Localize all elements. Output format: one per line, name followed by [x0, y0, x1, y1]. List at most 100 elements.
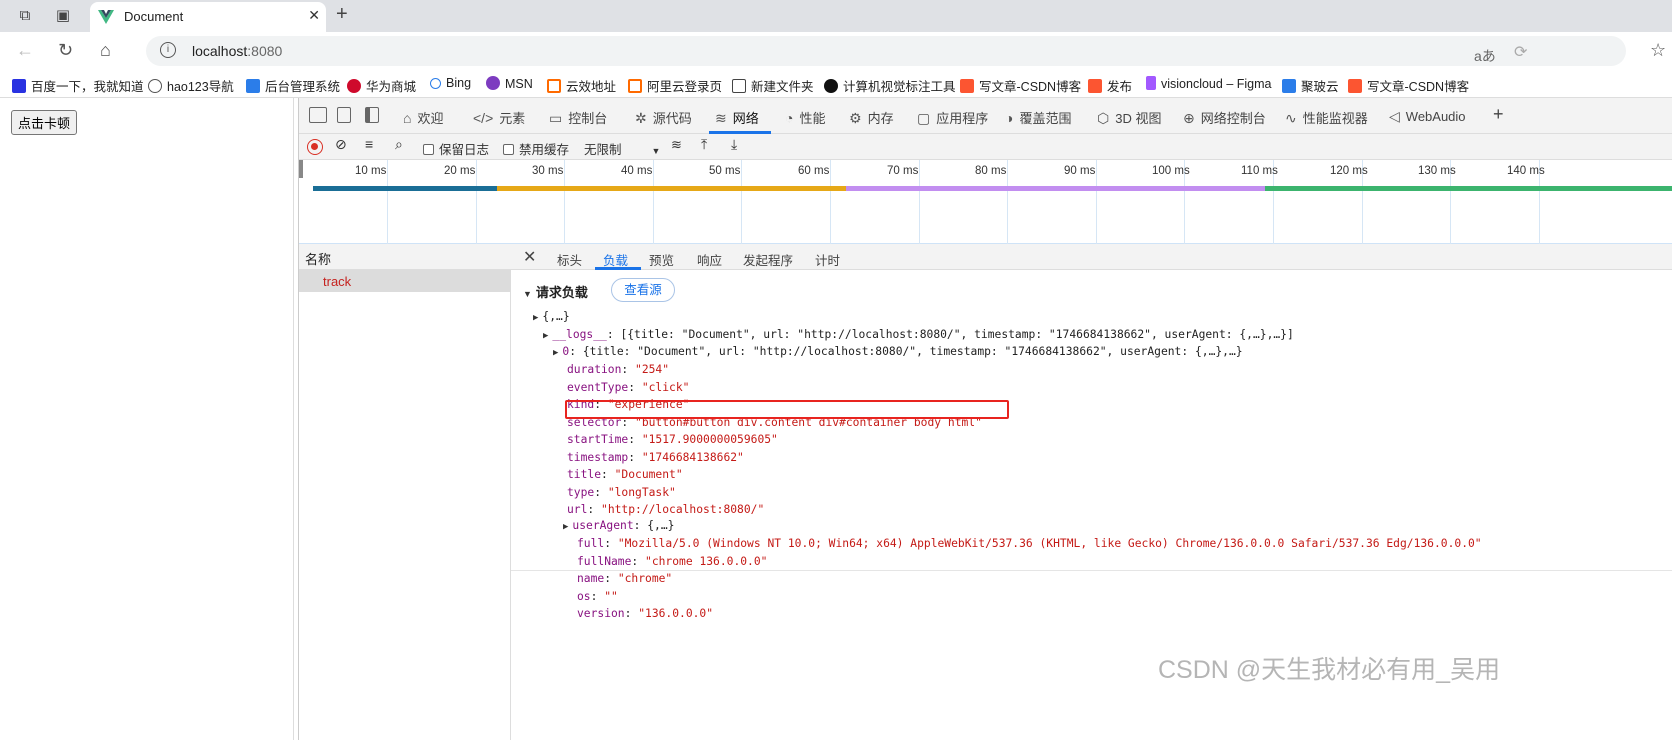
bookmark-baidu[interactable]: 百度一下，我就知道: [12, 76, 144, 95]
record-icon[interactable]: [307, 139, 323, 155]
favorites-star-icon[interactable]: ☆: [1650, 40, 1666, 61]
search-icon[interactable]: ⌕: [395, 136, 403, 153]
user-agent-field-fullname[interactable]: fullName: "chrome 136.0.0.0": [577, 555, 767, 568]
name-column-header[interactable]: 名称: [299, 244, 511, 270]
device-emulation-icon[interactable]: [337, 107, 351, 123]
view-source-button[interactable]: 查看源: [611, 278, 675, 302]
reload-icon[interactable]: ↻: [58, 40, 73, 61]
bookmark-bing[interactable]: Bing: [430, 76, 471, 90]
tab-network[interactable]: ≋ 网络: [715, 108, 759, 127]
tree-logs[interactable]: ▶ __logs__: [{title: "Document", url: "ht…: [543, 328, 1294, 341]
bookmark-publish[interactable]: 发布: [1088, 76, 1132, 95]
home-icon[interactable]: ⌂: [100, 40, 111, 61]
bookmark-huawei[interactable]: 华为商城: [347, 76, 416, 95]
tab-timing[interactable]: 计时: [815, 250, 840, 269]
field-key: version: [577, 607, 625, 620]
bookmark-hao123[interactable]: hao123导航: [148, 76, 234, 95]
payload-field-duration[interactable]: duration: "254": [567, 363, 669, 376]
refresh-extension-icon[interactable]: ⟳: [1514, 42, 1527, 62]
tab-elements[interactable]: </> 元素: [473, 108, 525, 127]
close-icon[interactable]: ✕: [523, 247, 536, 267]
cv-tool-icon: [824, 79, 838, 93]
site-info-icon[interactable]: i: [160, 42, 176, 58]
payload-field-starttime[interactable]: startTime: "1517.9000000059605": [567, 433, 778, 446]
export-har-icon[interactable]: ⤓: [731, 136, 737, 153]
bookmark-label: 后台管理系统: [265, 80, 341, 94]
tab-performance[interactable]: ◔ 性能: [785, 108, 825, 127]
request-row-track[interactable]: track: [299, 270, 511, 292]
payload-field-title[interactable]: title: "Document": [567, 468, 683, 481]
bookmark-msn[interactable]: MSN: [486, 76, 533, 91]
tree-root[interactable]: ▶ {,…}: [533, 310, 570, 323]
bookmark-admin[interactable]: 后台管理系统: [246, 76, 340, 95]
more-tools-icon[interactable]: +: [1493, 104, 1504, 125]
tree-item-0[interactable]: ▶ 0: {title: "Document", url: "http://loc…: [553, 345, 1243, 358]
close-tab-icon[interactable]: ✕: [308, 7, 320, 24]
tab-actions-icon[interactable]: ▣: [50, 4, 76, 28]
clear-icon[interactable]: ⊘: [335, 136, 347, 153]
browser-tab[interactable]: Document ✕: [90, 2, 326, 32]
payload-field-timestamp[interactable]: timestamp: "1746684138662": [567, 451, 744, 464]
field-key: full: [577, 537, 605, 550]
search-icon: [430, 78, 441, 89]
user-agent-field-version[interactable]: version: "136.0.0.0": [577, 607, 713, 620]
tab-webaudio[interactable]: ◁ WebAudio: [1389, 108, 1466, 125]
network-conditions-icon[interactable]: ≋: [671, 137, 682, 153]
pulse-icon: ∿: [1285, 110, 1297, 126]
throttling-select[interactable]: 无限制 ▼: [584, 139, 660, 158]
bookmark-csdn-write-2[interactable]: 写文章-CSDN博客: [1348, 76, 1469, 95]
field-value: "Document": [614, 468, 683, 481]
workspaces-icon[interactable]: ⧉: [12, 4, 38, 28]
tab-welcome[interactable]: ⌂ 欢迎: [403, 108, 443, 127]
tab-network-console[interactable]: ⊕ 网络控制台: [1183, 108, 1266, 127]
tab-label: 应用程序: [936, 111, 989, 126]
request-payload-section[interactable]: ▼ 请求负载: [523, 282, 588, 301]
bookmark-folder[interactable]: 新建文件夹: [732, 76, 814, 95]
vue-logo-icon: [98, 10, 114, 24]
new-tab-icon[interactable]: +: [336, 3, 348, 26]
tab-sources[interactable]: ✲ 源代码: [635, 108, 692, 127]
bookmark-yunxiao[interactable]: 云效地址: [547, 76, 616, 95]
bookmark-cv-tool[interactable]: 计算机视觉标注工具: [824, 76, 956, 95]
bookmark-aliyun-login[interactable]: 阿里云登录页: [628, 76, 722, 95]
address-bar[interactable]: i localhost:8080 aあ ⟳: [146, 36, 1626, 66]
tab-response[interactable]: 响应: [697, 250, 722, 269]
tab-label: 覆盖范围: [1019, 111, 1072, 126]
tree-user-agent[interactable]: ▶ userAgent: {,…}: [563, 519, 674, 532]
user-agent-field-full[interactable]: full: "Mozilla/5.0 (Windows NT 10.0; Win…: [577, 537, 1482, 550]
payload-field-eventtype[interactable]: eventType: "click": [567, 381, 689, 394]
timeline-tick-label: 140 ms: [1507, 165, 1545, 177]
payload-field-type[interactable]: type: "longTask": [567, 486, 676, 499]
bookmark-jubo[interactable]: 聚玻云: [1282, 76, 1339, 95]
tab-3d-view[interactable]: ⬡ 3D 视图: [1097, 108, 1161, 127]
tab-preview[interactable]: 预览: [649, 250, 674, 269]
payload-field-url[interactable]: url: "http://localhost:8080/": [567, 503, 764, 516]
tab-label: 元素: [499, 111, 526, 126]
read-aloud-icon[interactable]: aあ: [1474, 46, 1496, 66]
stall-button[interactable]: 点击卡顿: [11, 110, 78, 135]
back-icon[interactable]: ←: [16, 40, 34, 61]
bookmark-csdn-write[interactable]: 写文章-CSDN博客: [960, 76, 1081, 95]
sidebar-toggle-icon[interactable]: [365, 107, 379, 123]
tab-headers[interactable]: 标头: [557, 250, 582, 269]
tab-performance-monitor[interactable]: ∿ 性能监视器: [1285, 108, 1368, 127]
tab-console[interactable]: ▭ 控制台: [549, 108, 607, 127]
user-agent-field-name[interactable]: name: "chrome": [577, 572, 672, 585]
filter-icon[interactable]: ≡: [365, 136, 373, 152]
tab-memory[interactable]: ⚙ 内存: [849, 108, 894, 127]
import-har-icon[interactable]: ⤒: [701, 136, 707, 153]
preserve-log-checkbox[interactable]: 保留日志: [423, 139, 489, 158]
timeline-range-handle[interactable]: [299, 160, 303, 178]
tab-coverage[interactable]: ◑ 覆盖范围: [1005, 108, 1071, 127]
timeline-gridline: [1096, 160, 1097, 244]
csdn-logo-icon: [1088, 79, 1102, 93]
tab-initiator[interactable]: 发起程序: [743, 250, 793, 269]
bookmarks-bar: 百度一下，我就知道 hao123导航 后台管理系统 华为商城 Bing MSN …: [0, 70, 1672, 98]
aliyun-icon: [547, 79, 561, 93]
tab-application[interactable]: ▢ 应用程序: [917, 108, 988, 127]
bookmark-figma[interactable]: visioncloud – Figma: [1146, 76, 1271, 91]
inspect-element-icon[interactable]: [309, 107, 327, 123]
timeline-tick-label: 60 ms: [798, 165, 830, 177]
disable-cache-checkbox[interactable]: 禁用缓存: [503, 139, 569, 158]
user-agent-field-os[interactable]: os: "": [577, 590, 618, 603]
